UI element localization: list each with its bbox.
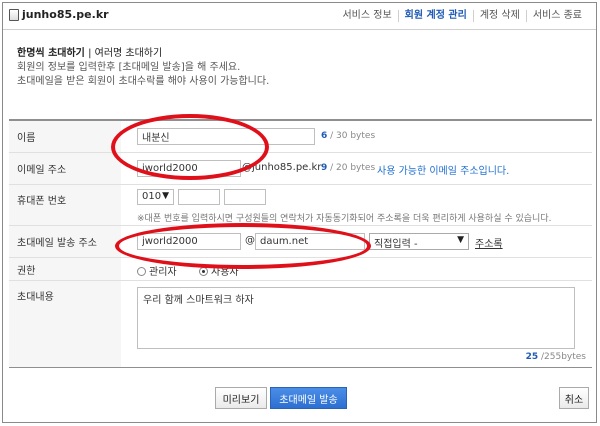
at-sign: @: [245, 235, 255, 246]
email-label: 이메일 주소: [9, 153, 121, 184]
name-count-max: / 30 bytes: [327, 131, 376, 141]
name-byte-count: 6 / 30 bytes: [321, 131, 375, 141]
permission-label: 권한: [9, 258, 121, 280]
top-nav: 서비스 정보 회원 계정 관리 계정 삭제 서비스 종료: [336, 10, 588, 22]
permission-admin-option[interactable]: 관리자: [137, 263, 177, 278]
message-byte-count: 25 /255bytes: [526, 352, 586, 362]
message-count: 25: [525, 352, 539, 362]
send-invite-button[interactable]: 초대메일 발송: [270, 387, 347, 409]
permission-user-label: 사용자: [211, 267, 239, 278]
intro-description-1: 회원의 정보를 입력한후 [초대메일 발송]을 해 주세요.: [17, 62, 241, 73]
window: junho85.pe.kr 서비스 정보 회원 계정 관리 계정 삭제 서비스 …: [2, 2, 597, 423]
nav-service-info[interactable]: 서비스 정보: [336, 10, 397, 22]
phone-last-input[interactable]: [224, 189, 266, 205]
email-domain: @junho85.pe.kr: [242, 162, 322, 173]
domain-select[interactable]: 직접입력 - ▼: [369, 233, 469, 250]
row-name: 이름 6 / 30 bytes: [9, 121, 592, 153]
nav-member-management[interactable]: 회원 계정 관리: [397, 10, 473, 22]
intro: 한명씩 초대하기 | 여러명 초대하기 회원의 정보를 입력한후 [초대메일 발…: [17, 47, 269, 89]
message-label: 초대내용: [9, 281, 121, 367]
name-field-cell: 6 / 30 bytes: [121, 121, 592, 152]
nav-service-end[interactable]: 서비스 종료: [525, 10, 588, 22]
email-field-cell: @junho85.pe.kr 9 / 20 bytes 사용 가능한 이메일 주…: [121, 153, 592, 184]
phone-field-cell: 010 ▼ ※대폰 번호를 입력하시면 구성원들의 연락처가 자동동기화되어 주소…: [121, 185, 592, 225]
domain-select-value: 직접입력 -: [374, 239, 418, 250]
chevron-down-icon: ▼: [162, 191, 169, 201]
email-availability: 사용 가능한 이메일 주소입니다.: [377, 166, 510, 177]
preview-button[interactable]: 미리보기: [215, 387, 267, 409]
phone-middle-input[interactable]: [178, 189, 220, 205]
row-email: 이메일 주소 @junho85.pe.kr 9 / 20 bytes 사용 가능…: [9, 153, 592, 185]
message-textarea[interactable]: 우리 함께 스마트워크 하자: [137, 287, 575, 349]
row-invite-email: 초대메일 발송 주소 @ 직접입력 - ▼ 주소록: [9, 226, 592, 258]
invite-email-domain-input[interactable]: [255, 233, 365, 250]
tab-separator: |: [84, 48, 95, 59]
row-permission: 권한 관리자 사용자: [9, 258, 592, 281]
tab-invite-single[interactable]: 한명씩 초대하기: [17, 48, 85, 59]
permission-user-option[interactable]: 사용자: [199, 263, 239, 278]
email-byte-count: 9 / 20 bytes: [321, 163, 375, 173]
phone-prefix-select[interactable]: 010 ▼: [137, 189, 174, 205]
email-count-max: / 20 bytes: [327, 163, 376, 173]
intro-description-2: 초대메일을 받은 회원이 초대수락를 해야 사용이 가능합니다.: [17, 76, 270, 87]
site-logo[interactable]: junho85.pe.kr: [9, 8, 109, 21]
name-label: 이름: [9, 121, 121, 152]
radio-admin[interactable]: [137, 267, 146, 276]
chevron-down-icon: ▼: [457, 235, 464, 245]
name-input[interactable]: [137, 128, 315, 145]
invite-form: 이름 6 / 30 bytes 이메일 주소 @junho85.pe.kr 9 …: [9, 119, 592, 368]
invite-mode-tabs: 한명씩 초대하기 | 여러명 초대하기: [17, 47, 269, 61]
message-count-max: /255bytes: [538, 352, 586, 362]
phone-label: 휴대폰 번호: [9, 185, 121, 225]
invite-email-user-input[interactable]: [137, 233, 241, 250]
row-message: 초대내용 우리 함께 스마트워크 하자 25 /255bytes: [9, 281, 592, 368]
tab-invite-multiple[interactable]: 여러명 초대하기: [95, 48, 163, 59]
cancel-button[interactable]: 취소: [559, 387, 589, 409]
email-input[interactable]: [137, 160, 241, 177]
message-field-cell: 우리 함께 스마트워크 하자 25 /255bytes: [121, 281, 592, 367]
nav-account-delete[interactable]: 계정 삭제: [472, 10, 526, 22]
row-phone: 휴대폰 번호 010 ▼ ※대폰 번호를 입력하시면 구성원들의 연락처가 자동동…: [9, 185, 592, 226]
invite-email-field-cell: @ 직접입력 - ▼ 주소록: [121, 226, 592, 257]
phone-prefix-value: 010: [142, 191, 162, 202]
phone-note: ※대폰 번호를 입력하시면 구성원들의 연락처가 자동동기화되어 주소록을 더욱…: [137, 214, 552, 224]
radio-user[interactable]: [199, 267, 208, 276]
permission-field-cell: 관리자 사용자: [121, 258, 592, 280]
top-bar: junho85.pe.kr 서비스 정보 회원 계정 관리 계정 삭제 서비스 …: [3, 3, 596, 30]
invite-email-label: 초대메일 발송 주소: [9, 226, 121, 257]
address-book-link[interactable]: 주소록: [475, 235, 503, 250]
site-icon: [9, 8, 19, 21]
site-name: junho85.pe.kr: [22, 8, 109, 21]
permission-admin-label: 관리자: [149, 267, 177, 278]
